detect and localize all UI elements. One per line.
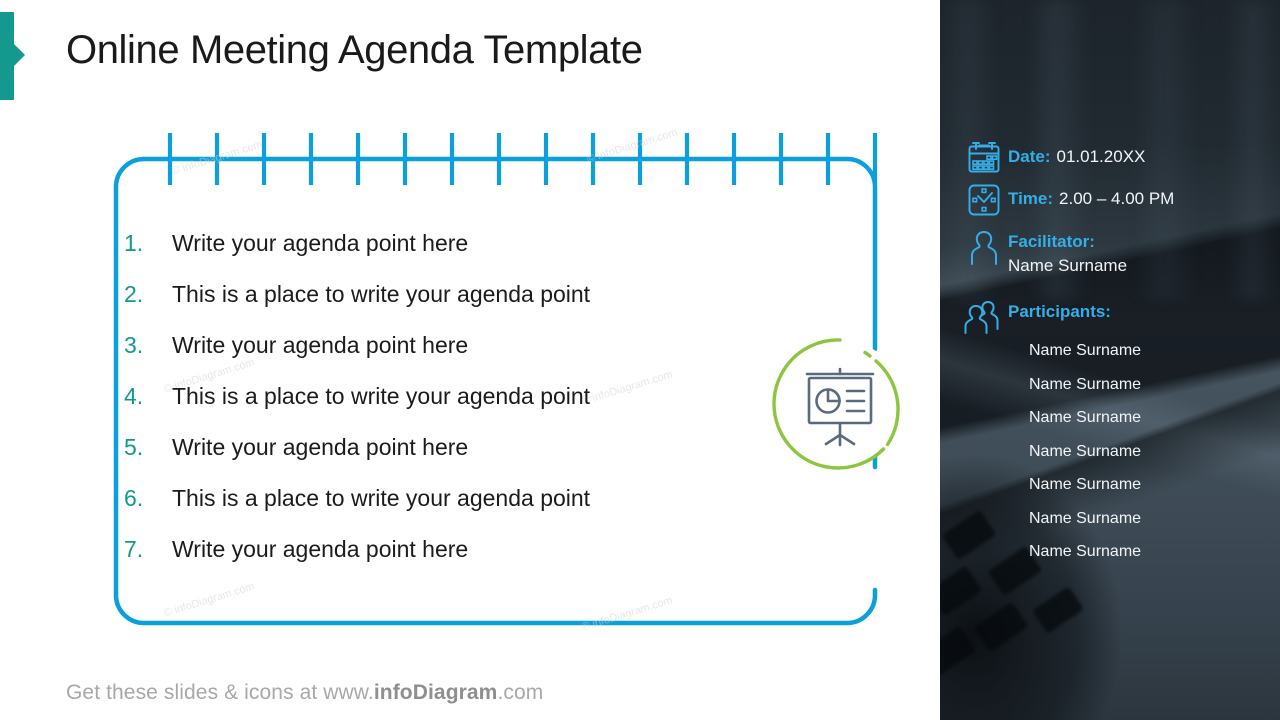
agenda-item-number: 4. — [124, 383, 144, 409]
list-item: Name Surname — [1029, 509, 1142, 527]
presentation-chart-icon — [772, 338, 904, 470]
info-row-participants: Participants: — [960, 296, 1111, 336]
list-item[interactable]: 7. Write your agenda point here — [124, 536, 784, 587]
agenda-item-text: Write your agenda point here — [172, 536, 469, 562]
date-value: 01.01.20XX — [1056, 147, 1146, 166]
list-item: Name Surname — [1029, 476, 1142, 493]
agenda-item-text: This is a place to write your agenda poi… — [172, 383, 591, 409]
agenda-item-text: This is a place to write your agenda poi… — [172, 485, 591, 511]
list-item: Name Surname — [1029, 543, 1142, 560]
facilitator-label: Facilitator: — [1008, 232, 1095, 251]
agenda-item-number: 3. — [124, 332, 144, 358]
left-accent-arrow-icon — [14, 44, 25, 66]
agenda-list: 1. Write your agenda point here 2. This … — [124, 230, 784, 587]
footer-suffix: .com — [497, 681, 544, 704]
presentation-badge[interactable] — [771, 335, 909, 473]
left-accent-bar — [0, 12, 14, 100]
footer-brand: infoDiagram — [373, 681, 498, 704]
footer-prefix: Get these slides & icons at www. — [66, 681, 374, 704]
agenda-item-number: 1. — [124, 230, 144, 256]
page-title: Online Meeting Agenda Template — [66, 28, 643, 72]
calendar-icon — [966, 140, 1008, 176]
participants-label: Participants: — [1008, 302, 1111, 321]
list-item: Name Surname — [1029, 442, 1142, 460]
people-group-icon — [960, 296, 1008, 336]
time-label: Time: — [1008, 189, 1054, 208]
info-row-time: Time: 2.00 – 4.00 PM — [966, 182, 1174, 218]
list-item[interactable]: 5. Write your agenda point here — [124, 434, 784, 485]
agenda-item-number: 7. — [124, 536, 144, 562]
list-item[interactable]: 1. Write your agenda point here — [124, 230, 784, 281]
list-item: Name Surname — [1029, 375, 1142, 393]
participants-name-list: Name Surname Name Surname Name Surname N… — [1029, 340, 1141, 575]
date-label: Date: — [1008, 147, 1051, 166]
agenda-item-text: Write your agenda point here — [172, 332, 469, 358]
list-item[interactable]: 4. This is a place to write your agenda … — [124, 383, 784, 434]
agenda-item-text: Write your agenda point here — [172, 434, 469, 460]
list-item: Name Surname — [1029, 409, 1142, 426]
agenda-item-number: 2. — [124, 281, 144, 307]
info-row-facilitator: Facilitator: Name Surname — [966, 228, 1127, 276]
footer-credit[interactable]: Get these slides & icons at www.infoDiag… — [66, 681, 543, 705]
time-value: 2.00 – 4.00 PM — [1059, 189, 1175, 208]
agenda-item-number: 6. — [124, 485, 144, 511]
slide-root: Online Meeting Agenda Template © infoDia… — [0, 0, 1280, 720]
list-item[interactable]: 3. Write your agenda point here — [124, 332, 784, 383]
facilitator-value: Name Surname — [1008, 256, 1128, 275]
info-row-date: Date: 01.01.20XX — [966, 140, 1145, 176]
list-item[interactable]: 2. This is a place to write your agenda … — [124, 281, 784, 332]
agenda-item-number: 5. — [124, 434, 144, 460]
agenda-item-text: Write your agenda point here — [172, 230, 469, 256]
agenda-item-text: This is a place to write your agenda poi… — [172, 281, 591, 307]
list-item[interactable]: 6. This is a place to write your agenda … — [124, 485, 784, 536]
person-icon — [966, 228, 1008, 268]
clock-icon — [966, 182, 1008, 218]
list-item: Name Surname — [1029, 342, 1142, 359]
